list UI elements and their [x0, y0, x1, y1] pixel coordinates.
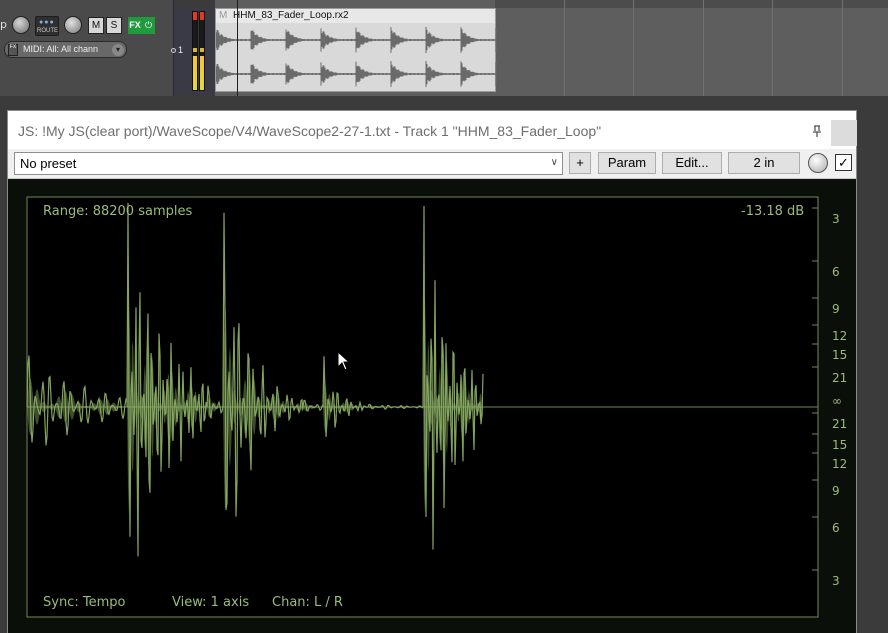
meter-left — [192, 11, 198, 91]
close-button[interactable] — [831, 120, 857, 146]
view-setting[interactable]: View: 1 axis — [172, 595, 249, 610]
y-center-label: ∞ — [832, 394, 842, 408]
solo-button[interactable]: S — [106, 17, 122, 34]
grid-line — [703, 0, 704, 96]
record-input-dot[interactable] — [171, 48, 176, 53]
mute-button[interactable]: M — [88, 17, 104, 34]
media-item[interactable]: M HHM_83_Fader_Loop.rx2 — [215, 8, 497, 92]
wavescope-canvas — [26, 196, 819, 618]
preset-add-button[interactable]: + — [569, 152, 591, 174]
item-waveform — [216, 27, 497, 87]
item-waveform-channel — [216, 61, 497, 87]
window-title: JS: !My JS(clear port)/WaveScope/V4/Wave… — [18, 123, 602, 139]
chevron-down-icon[interactable]: ∨ — [551, 157, 558, 168]
plugin-toolbar: No preset ∨ + Param Edit... 2 in ✓ — [8, 149, 856, 179]
enable-checkbox[interactable]: ✓ — [835, 154, 852, 171]
y-tick-label: 15 — [832, 348, 848, 362]
y-tick-label: 21 — [832, 417, 848, 431]
meter-right-level — [200, 56, 204, 90]
route-dots-icon: ●●● — [39, 19, 55, 26]
y-tick-label: 6 — [832, 521, 840, 535]
mouse-pointer-icon — [337, 351, 351, 371]
sync-setting[interactable]: Sync: Tempo — [43, 595, 125, 610]
y-tick-label: 12 — [832, 457, 848, 471]
grid-line — [564, 0, 565, 96]
y-tick-label: 21 — [832, 371, 848, 385]
db-readout: -13.18 dB — [741, 204, 805, 219]
item-mute-icon[interactable]: M — [219, 10, 227, 21]
fx-button[interactable]: FX — [128, 17, 142, 34]
midi-input-select[interactable]: FX MIDI: All: All chann ▾ — [4, 41, 127, 58]
clip-indicator — [200, 12, 204, 20]
wavescope-display[interactable] — [8, 180, 856, 633]
track-control-panel: p ●●● ROUTE M S FX ⏻ FX MIDI: All: All c… — [0, 0, 174, 96]
preset-dropdown[interactable]: No preset ∨ — [14, 152, 563, 175]
volume-knob[interactable] — [12, 16, 30, 34]
media-item-name: HHM_83_Fader_Loop.rx2 — [233, 10, 349, 21]
y-tick-label: 9 — [832, 302, 840, 316]
y-tick-label: 3 — [832, 574, 840, 588]
io-pins-button[interactable]: 2 in — [728, 152, 800, 174]
input-fx-button[interactable]: FX — [8, 44, 18, 56]
window-title-bar[interactable]: JS: !My JS(clear port)/WaveScope/V4/Wave… — [8, 111, 857, 149]
pin-icon[interactable] — [810, 124, 824, 138]
ruler[interactable] — [495, 0, 888, 8]
y-tick-label: 3 — [832, 212, 840, 226]
clip-indicator — [193, 12, 197, 20]
peak-hold — [193, 48, 197, 52]
track-meter: 1 — [171, 8, 214, 94]
route-button[interactable]: ●●● ROUTE — [35, 16, 59, 36]
fx-bypass-icon[interactable]: ⏻ — [142, 17, 155, 34]
midi-input-label: MIDI: All: All chann — [23, 44, 99, 54]
edit-button[interactable]: Edit... — [662, 152, 722, 174]
preset-value: No preset — [20, 156, 77, 171]
edit-cursor[interactable] — [237, 0, 238, 96]
y-tick-label: 15 — [832, 438, 848, 452]
item-waveform-channel — [216, 27, 497, 53]
range-readout: Range: 88200 samples — [43, 204, 193, 219]
pan-knob[interactable] — [64, 16, 82, 34]
peak-hold — [200, 48, 204, 52]
chevron-down-icon[interactable]: ▾ — [112, 44, 124, 56]
track-number: 1 — [178, 45, 184, 55]
fx-plugin-window: JS: !My JS(clear port)/WaveScope/V4/Wave… — [7, 110, 857, 633]
wet-mix-knob[interactable] — [808, 153, 828, 173]
grid-line — [842, 0, 843, 96]
y-tick-label: 6 — [832, 265, 840, 279]
channel-setting[interactable]: Chan: L / R — [272, 595, 343, 610]
route-label: ROUTE — [37, 28, 58, 34]
arrange-view[interactable]: M HHM_83_Fader_Loop.rx2 — [215, 0, 888, 96]
media-item-header[interactable]: M HHM_83_Fader_Loop.rx2 — [216, 9, 495, 23]
track-name-fragment[interactable]: p — [0, 18, 7, 31]
meter-left-level — [193, 56, 197, 90]
y-tick-label: 9 — [832, 484, 840, 498]
y-tick-label: 12 — [832, 329, 848, 343]
meter-right — [199, 11, 205, 91]
grid-line — [772, 0, 773, 96]
param-button[interactable]: Param — [598, 152, 656, 174]
grid-line — [633, 0, 634, 96]
